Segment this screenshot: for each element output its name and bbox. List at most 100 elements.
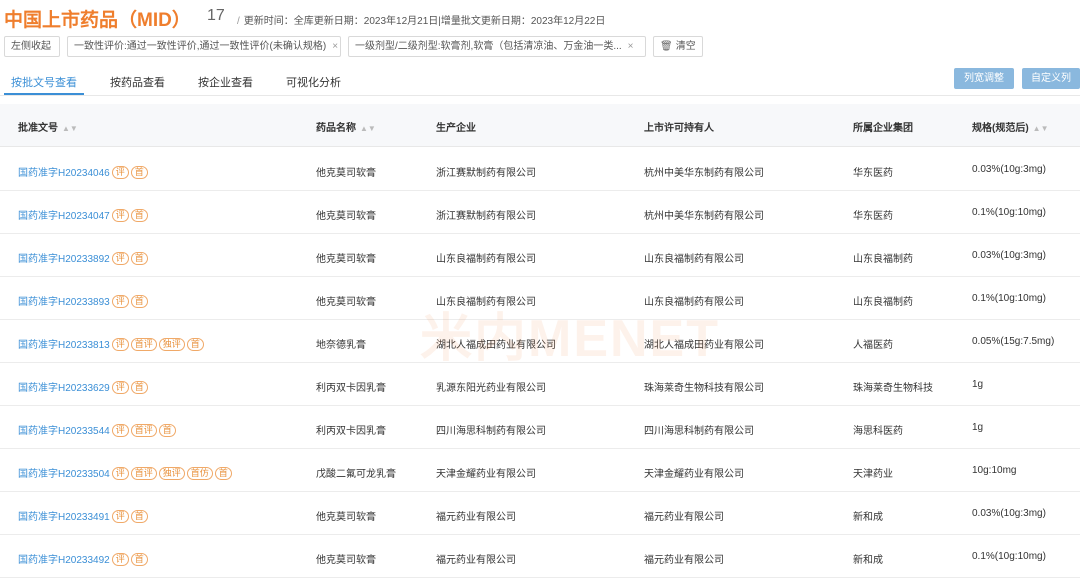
cell-company-group: 山东良福制药	[853, 297, 913, 308]
table-row[interactable]: 国药准字H20234047 评首 他克莫司软膏 浙江赛默制药有限公司 杭州中美华东制药有…	[0, 191, 1080, 234]
collapse-sidebar-button[interactable]: 左侧收起	[4, 36, 60, 57]
cell-company-group: 天津药业	[853, 469, 893, 480]
cell-spec: 0.1%(10g:10mg)	[972, 293, 1046, 304]
page-title: 中国上市药品（MID）	[4, 10, 191, 31]
cell-manufacturer: 福元药业有限公司	[436, 512, 516, 523]
cell-license-holder: 杭州中美华东制药有限公司	[644, 168, 764, 179]
cell-spec: 0.1%(10g:10mg)	[972, 207, 1046, 218]
custom-columns-button[interactable]: 自定义列	[1022, 68, 1080, 89]
status-badge: 首	[130, 295, 148, 308]
column-header-drug[interactable]: 药品名称 ▲▼	[316, 119, 376, 134]
table-row[interactable]: 国药准字H20233492 评首 他克莫司软膏 福元药业有限公司 福元药业有限公司 新和成…	[0, 535, 1080, 578]
cell-drug-name: 他克莫司软膏	[316, 254, 376, 265]
table-row[interactable]: 国药准字H20233544 评首评首 利丙双卡因乳膏 四川海思科制药有限公司 四川海思科…	[0, 406, 1080, 449]
status-badge: 评	[111, 467, 129, 480]
status-badge: 评	[111, 252, 129, 265]
cell-drug-name: 他克莫司软膏	[316, 297, 376, 308]
tab-by-approval[interactable]: 按批文号查看	[11, 74, 77, 90]
cell-spec: 1g	[972, 379, 984, 390]
status-badge: 首评	[130, 424, 157, 437]
column-header-approval[interactable]: 批准文号 ▲▼	[18, 119, 78, 134]
filter-chip-consistency[interactable]: 一致性评价:通过一致性评价,通过一致性评价(未确认规格) ×	[67, 36, 341, 57]
cell-drug-name: 他克莫司软膏	[316, 555, 376, 566]
cell-license-holder: 福元药业有限公司	[644, 512, 724, 523]
cell-manufacturer: 福元药业有限公司	[436, 555, 516, 566]
cell-drug-name: 他克莫司软膏	[316, 211, 376, 222]
table-row[interactable]: 国药准字H20233813 评首评 独评首 地奈德乳膏 湖北人福成田药业有限公司 湖北人福…	[0, 320, 1080, 363]
sort-icon[interactable]: ▲▼	[360, 124, 376, 133]
table-row[interactable]: 国药准字H20233491 评首 他克莫司软膏 福元药业有限公司 福元药业有限公司 新和成…	[0, 492, 1080, 535]
status-badge: 首	[130, 510, 148, 523]
cell-manufacturer: 乳源东阳光药业有限公司	[436, 383, 546, 394]
cell-drug-name: 地奈德乳膏	[316, 340, 366, 351]
sort-icon[interactable]: ▲▼	[1033, 124, 1049, 133]
approval-number-link[interactable]: 国药准字H20233813	[18, 340, 110, 351]
status-badge: 首评	[130, 338, 157, 351]
cell-spec: 0.03%(10g:3mg)	[972, 164, 1046, 175]
cell-approval-number: 国药准字H20233544 评首评首	[18, 422, 176, 437]
cell-license-holder: 山东良福制药有限公司	[644, 254, 744, 265]
cell-company-group: 珠海莱奇生物科技	[853, 383, 933, 394]
status-badge: 独评	[158, 338, 185, 351]
column-header-spec[interactable]: 规格(规范后) ▲▼	[972, 119, 1049, 134]
column-header-manufacturer: 生产企业	[436, 123, 476, 134]
column-header-group: 所属企业集团	[853, 123, 913, 134]
filter-chip-dosage-form[interactable]: 一级剂型/二级剂型:软膏剂,软膏（包括清凉油、万金油一类... ×	[348, 36, 646, 57]
clear-label: 清空	[675, 41, 696, 52]
close-icon[interactable]: ×	[332, 41, 338, 52]
cell-company-group: 新和成	[853, 555, 883, 566]
table-row[interactable]: 国药准字H20233893 评首 他克莫司软膏 山东良福制药有限公司 山东良福制药有限公…	[0, 277, 1080, 320]
approval-number-link[interactable]: 国药准字H20234047	[18, 211, 110, 222]
cell-license-holder: 湖北人福成田药业有限公司	[644, 340, 764, 351]
cell-company-group: 人福医药	[853, 340, 893, 351]
cell-spec: 0.03%(10g:3mg)	[972, 508, 1046, 519]
status-badge: 首评	[130, 467, 157, 480]
table-row[interactable]: 国药准字H20233629 评首 利丙双卡因乳膏 乳源东阳光药业有限公司 珠海莱奇生物科…	[0, 363, 1080, 406]
close-icon[interactable]: ×	[628, 41, 634, 52]
status-badge: 评	[111, 381, 129, 394]
status-badge: 首	[130, 209, 148, 222]
cell-license-holder: 杭州中美华东制药有限公司	[644, 211, 764, 222]
tab-by-company[interactable]: 按企业查看	[198, 74, 253, 90]
cell-license-holder: 天津金耀药业有限公司	[644, 469, 744, 480]
column-header-label: 批准文号	[18, 123, 58, 134]
cell-license-holder: 福元药业有限公司	[644, 555, 724, 566]
cell-spec: 10g:10mg	[972, 465, 1017, 476]
adjust-column-width-button[interactable]: 列宽调整	[954, 68, 1014, 89]
tab-visualization[interactable]: 可视化分析	[286, 74, 341, 90]
approval-number-link[interactable]: 国药准字H20233629	[18, 383, 110, 394]
cell-approval-number: 国药准字H20233504 评首评 独评 首仿首	[18, 465, 232, 480]
status-badge: 首	[158, 424, 176, 437]
view-tabs: 按批文号查看 按药品查看 按企业查看 可视化分析 列宽调整 自定义列	[0, 68, 1080, 96]
cell-manufacturer: 山东良福制药有限公司	[436, 254, 536, 265]
status-badge: 独评	[158, 467, 185, 480]
table-row[interactable]: 国药准字H20233892 评首 他克莫司软膏 山东良福制药有限公司 山东良福制药有限公…	[0, 234, 1080, 277]
update-separator: /	[237, 16, 240, 27]
column-header-label: 药品名称	[316, 123, 356, 134]
status-badge: 首仿	[186, 467, 213, 480]
cell-manufacturer: 湖北人福成田药业有限公司	[436, 340, 556, 351]
sort-icon[interactable]: ▲▼	[62, 124, 78, 133]
status-badge: 首	[130, 166, 148, 179]
status-badge: 评	[111, 424, 129, 437]
approval-number-link[interactable]: 国药准字H20233504	[18, 469, 110, 480]
approval-number-link[interactable]: 国药准字H20233544	[18, 426, 110, 437]
approval-number-link[interactable]: 国药准字H20233893	[18, 297, 110, 308]
table-row[interactable]: 国药准字H20234046 评首 他克莫司软膏 浙江赛默制药有限公司 杭州中美华东制药有…	[0, 148, 1080, 191]
cell-license-holder: 山东良福制药有限公司	[644, 297, 744, 308]
approval-number-link[interactable]: 国药准字H20233492	[18, 555, 110, 566]
approval-number-link[interactable]: 国药准字H20233491	[18, 512, 110, 523]
cell-drug-name: 利丙双卡因乳膏	[316, 426, 386, 437]
clear-filters-button[interactable]: 🗑 清空	[653, 36, 703, 57]
status-badge: 首	[186, 338, 204, 351]
approval-number-link[interactable]: 国药准字H20234046	[18, 168, 110, 179]
table-row[interactable]: 国药准字H20233504 评首评 独评 首仿首 戊酸二氟可龙乳膏 天津金耀药业有限公司 天…	[0, 449, 1080, 492]
cell-approval-number: 国药准字H20233492 评首	[18, 551, 148, 566]
page-header: 中国上市药品（MID） 17 /更新时间：全库更新日期：2023年12月21日|…	[0, 0, 1080, 34]
result-count: 17	[207, 7, 225, 24]
tab-by-drug[interactable]: 按药品查看	[110, 74, 165, 90]
cell-manufacturer: 山东良福制药有限公司	[436, 297, 536, 308]
approval-number-link[interactable]: 国药准字H20233892	[18, 254, 110, 265]
cell-manufacturer: 浙江赛默制药有限公司	[436, 211, 536, 222]
cell-approval-number: 国药准字H20233491 评首	[18, 508, 148, 523]
